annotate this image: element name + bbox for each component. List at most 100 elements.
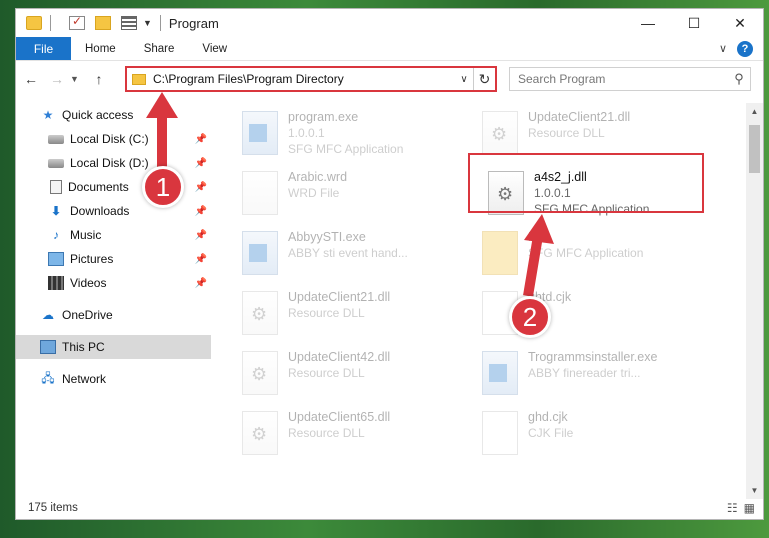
folder-icon <box>26 16 42 30</box>
exe-file-icon <box>482 351 518 395</box>
tab-home[interactable]: Home <box>71 37 130 60</box>
sidebar-item-this-pc[interactable]: This PC <box>16 335 211 359</box>
scroll-up-icon[interactable]: ▲ <box>746 103 763 120</box>
file-item[interactable]: UpdateClient42.dll Resource DLL <box>242 349 478 401</box>
file-name: program.exe <box>288 110 359 124</box>
large-icons-view-icon[interactable]: ▦ <box>744 501 755 515</box>
file-detail: WRD File <box>288 186 340 200</box>
pin-icon[interactable]: 📌 <box>195 206 207 217</box>
new-folder-icon[interactable] <box>95 16 111 30</box>
file-item[interactable]: Trogrammsinstaller.exe ABBY finereader tr… <box>482 349 718 401</box>
sidebar-item-label: Pictures <box>70 252 114 266</box>
pin-icon[interactable]: 📌 <box>195 158 207 169</box>
sidebar-item-label: Local Disk (D:) <box>70 156 149 170</box>
help-icon[interactable]: ? <box>737 40 753 57</box>
file-name: AbbyySTI.exe <box>288 230 366 244</box>
divider <box>159 15 161 31</box>
up-button[interactable]: ↑ <box>88 68 110 90</box>
search-icon[interactable]: ⚲ <box>728 71 750 87</box>
file-detail: Resource DLL <box>288 366 365 380</box>
pictures-icon <box>48 252 64 266</box>
address-bar[interactable]: C:\Program Files\Program Directory ∨ ↻ <box>125 66 497 92</box>
file-item[interactable]: program.exe 1.0.0.1 SFG MFC Application <box>242 109 478 161</box>
minimize-button[interactable]: — <box>625 9 671 37</box>
file-detail: ABBY finereader tri... <box>528 366 641 380</box>
details-view-icon[interactable]: ☷ <box>727 501 738 515</box>
file-item[interactable]: AbbyySTI.exe ABBY sti event hand... <box>242 229 478 281</box>
chevron-down-icon[interactable]: ∨ <box>719 42 727 55</box>
pin-icon[interactable]: 📌 <box>195 182 207 193</box>
file-detail: SFG MFC Application <box>528 246 644 260</box>
forward-button[interactable]: → <box>46 68 68 90</box>
scroll-thumb[interactable] <box>749 125 760 173</box>
file-detail: Resource DLL <box>288 426 365 440</box>
file-name: ghd.cjk <box>528 410 568 424</box>
recent-locations-icon[interactable]: ▼ <box>70 74 84 84</box>
maximize-button[interactable]: ☐ <box>671 9 717 37</box>
address-dropdown-icon[interactable]: ∨ <box>455 74 473 85</box>
tab-view[interactable]: View <box>188 37 241 60</box>
sidebar-item-label: Downloads <box>70 204 130 218</box>
exe-file-icon <box>242 231 278 275</box>
sidebar-item-downloads[interactable]: ⬇ Downloads 📌 <box>16 199 211 223</box>
pin-icon[interactable]: 📌 <box>195 134 207 145</box>
highlight-box <box>468 153 704 213</box>
file-name: M <box>528 230 539 244</box>
properties-icon[interactable] <box>69 14 85 30</box>
downloads-icon: ⬇ <box>50 204 62 218</box>
file-item[interactable]: UpdateClient65.dll Resource DLL <box>242 409 478 461</box>
pin-icon[interactable]: 📌 <box>195 278 207 289</box>
sidebar-item-network[interactable]: 🖧 Network <box>16 367 211 391</box>
file-detail: SFG MFC Application <box>288 142 404 156</box>
file-item[interactable]: UpdateClient21.dll Resource DLL <box>242 289 478 341</box>
explorer-window: ▼ Program — ☐ ✕ File Home Share View ∨ ?… <box>15 8 764 520</box>
sidebar-item-label: Quick access <box>62 108 134 122</box>
refresh-button[interactable]: ↻ <box>473 68 495 90</box>
cjk-file-icon <box>482 411 518 455</box>
navigation-bar: ← → ▼ ↑ C:\Program Files\Program Directo… <box>16 64 763 94</box>
this-pc-icon <box>40 340 56 354</box>
file-item[interactable]: M SFG MFC Application <box>482 229 718 281</box>
sidebar-item-quick-access[interactable]: ★ Quick access <box>16 103 211 127</box>
file-name: Arabic.wrd <box>288 170 348 184</box>
file-detail: Resource DLL <box>288 306 365 320</box>
close-button[interactable]: ✕ <box>717 9 763 37</box>
dll-file-icon <box>242 291 278 335</box>
sidebar-item-music[interactable]: ♪ Music 📌 <box>16 223 211 247</box>
file-detail: ABBY sti event hand... <box>288 246 408 260</box>
disk-icon <box>48 134 64 144</box>
search-input[interactable]: Search Program <box>518 72 728 86</box>
divider <box>50 15 51 31</box>
ribbon-tabs: File Home Share View ∨ ? <box>16 37 763 61</box>
sidebar-item-pictures[interactable]: Pictures 📌 <box>16 247 211 271</box>
sidebar-item-label: OneDrive <box>62 308 113 322</box>
search-box[interactable]: Search Program ⚲ <box>509 67 751 91</box>
folder-icon <box>482 231 518 275</box>
file-item[interactable]: ghd.cjk CJK File <box>482 409 718 461</box>
pin-icon[interactable]: 📌 <box>195 230 207 241</box>
tab-file[interactable]: File <box>16 37 71 60</box>
address-path[interactable]: C:\Program Files\Program Directory <box>153 72 455 86</box>
file-item[interactable]: Arabic.wrd WRD File <box>242 169 478 221</box>
file-detail: 1.0.0.1 <box>288 126 325 140</box>
window-title: Program <box>168 15 219 31</box>
file-detail: CJK File <box>528 426 574 440</box>
sidebar-item-videos[interactable]: Videos 📌 <box>16 271 211 295</box>
sidebar-item-local-disk-d[interactable]: Local Disk (D:) 📌 <box>16 151 211 175</box>
sidebar-item-onedrive[interactable]: ☁ OneDrive <box>16 303 211 327</box>
dll-file-icon <box>482 111 518 155</box>
star-icon: ★ <box>42 108 54 122</box>
quick-access-dropdown-icon[interactable]: ▼ <box>143 18 152 28</box>
vertical-scrollbar[interactable]: ▲ ▼ <box>746 103 763 499</box>
file-name: UpdateClient42.dll <box>288 350 391 364</box>
file-name: UpdateClient65.dll <box>288 410 391 424</box>
sidebar-item-local-disk-c[interactable]: Local Disk (C:) 📌 <box>16 127 211 151</box>
sidebar-item-label: Music <box>70 228 102 242</box>
pin-icon[interactable]: 📌 <box>195 254 207 265</box>
tab-share[interactable]: Share <box>130 37 189 60</box>
disk-icon <box>48 158 64 168</box>
customize-icon[interactable] <box>121 16 137 30</box>
sidebar-item-label: Documents <box>68 180 129 194</box>
back-button[interactable]: ← <box>20 68 42 90</box>
